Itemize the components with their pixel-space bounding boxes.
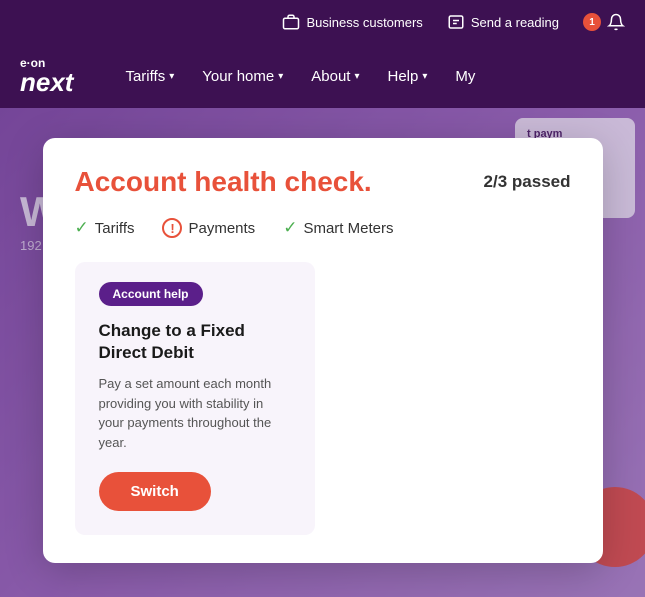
top-bar: Business customers Send a reading 1 bbox=[0, 0, 645, 44]
your-home-chevron-icon: ▾ bbox=[278, 71, 283, 82]
notification-badge: 1 bbox=[583, 13, 601, 31]
check-warning-icon: ! bbox=[162, 218, 182, 238]
check-payments-label: Payments bbox=[188, 220, 255, 237]
briefcase-icon bbox=[282, 13, 300, 31]
passed-badge: 2/3 passed bbox=[484, 172, 571, 192]
check-items-row: ✓ Tariffs ! Payments ✓ Smart Meters bbox=[75, 218, 571, 238]
nav-help[interactable]: Help ▾ bbox=[376, 60, 440, 93]
card-tag: Account help bbox=[99, 282, 203, 306]
nav-bar: e·on next Tariffs ▾ Your home ▾ About ▾ … bbox=[0, 44, 645, 108]
tariffs-chevron-icon: ▾ bbox=[169, 71, 174, 82]
check-ok-icon: ✓ bbox=[75, 218, 89, 238]
check-smart-meters-label: Smart Meters bbox=[303, 220, 393, 237]
check-tariffs-label: Tariffs bbox=[95, 220, 135, 237]
account-health-modal: Account health check. 2/3 passed ✓ Tarif… bbox=[43, 138, 603, 563]
modal-overlay: Account health check. 2/3 passed ✓ Tarif… bbox=[0, 108, 645, 597]
about-chevron-icon: ▾ bbox=[354, 71, 359, 82]
check-ok-icon-2: ✓ bbox=[283, 218, 297, 238]
business-customers-link[interactable]: Business customers bbox=[282, 13, 422, 31]
notifications-link[interactable]: 1 bbox=[583, 13, 625, 31]
send-reading-link[interactable]: Send a reading bbox=[447, 13, 559, 31]
check-payments: ! Payments bbox=[162, 218, 255, 238]
meter-icon bbox=[447, 13, 465, 31]
nav-tariffs[interactable]: Tariffs ▾ bbox=[113, 60, 186, 93]
check-tariffs: ✓ Tariffs bbox=[75, 218, 135, 238]
modal-title: Account health check. bbox=[75, 166, 372, 198]
modal-header: Account health check. 2/3 passed bbox=[75, 166, 571, 198]
help-chevron-icon: ▾ bbox=[422, 71, 427, 82]
check-smart-meters: ✓ Smart Meters bbox=[283, 218, 393, 238]
nav-my[interactable]: My bbox=[443, 60, 487, 93]
send-reading-label: Send a reading bbox=[471, 15, 559, 30]
logo-next: next bbox=[20, 69, 73, 95]
card-description: Pay a set amount each month providing yo… bbox=[99, 374, 291, 452]
account-help-card: Account help Change to a Fixed Direct De… bbox=[75, 262, 315, 535]
switch-button[interactable]: Switch bbox=[99, 472, 211, 511]
nav-your-home[interactable]: Your home ▾ bbox=[190, 60, 295, 93]
nav-items: Tariffs ▾ Your home ▾ About ▾ Help ▾ My bbox=[113, 60, 625, 93]
nav-about[interactable]: About ▾ bbox=[299, 60, 371, 93]
business-customers-label: Business customers bbox=[306, 15, 422, 30]
logo[interactable]: e·on next bbox=[20, 57, 73, 95]
card-title: Change to a Fixed Direct Debit bbox=[99, 320, 291, 364]
bell-icon bbox=[607, 13, 625, 31]
